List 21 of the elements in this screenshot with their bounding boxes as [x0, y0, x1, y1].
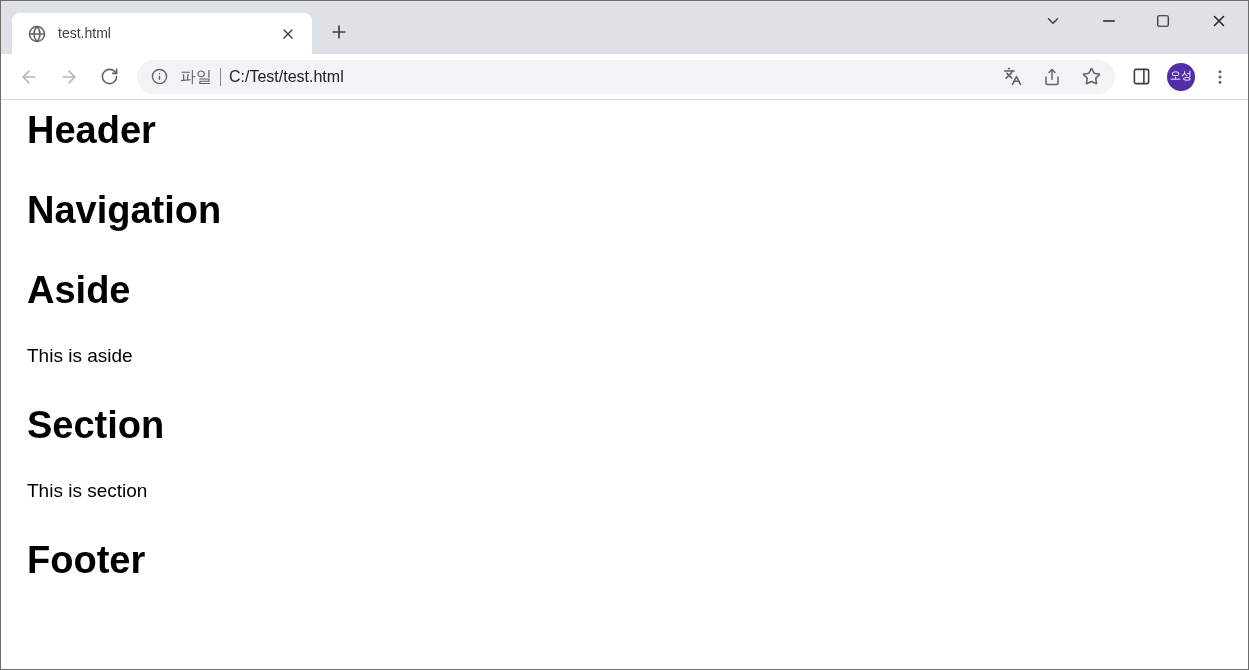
page-paragraph: This is aside	[27, 344, 133, 368]
browser-tab[interactable]: test.html	[12, 13, 312, 54]
url-text: C:/Test/test.html	[229, 66, 345, 87]
page-heading: Navigation	[27, 188, 222, 233]
page-heading: Aside	[27, 268, 131, 313]
page-paragraph: This is section	[27, 479, 148, 503]
scheme-label: 파일	[180, 65, 212, 88]
translate-icon[interactable]	[1003, 67, 1022, 86]
profile-avatar[interactable]: 오성	[1167, 62, 1195, 91]
page-heading: Header	[27, 108, 156, 153]
tab-title: test.html	[58, 24, 112, 43]
page-heading: Footer	[27, 538, 146, 583]
maximize-icon[interactable]	[1156, 14, 1170, 28]
page-heading: Section	[27, 403, 165, 448]
address-bar[interactable]: 파일 C:/Test/test.html	[137, 59, 1115, 94]
side-panel-icon[interactable]	[1132, 67, 1151, 86]
globe-icon	[28, 24, 46, 43]
share-icon[interactable]	[1043, 67, 1061, 86]
bookmark-star-icon[interactable]	[1082, 67, 1101, 86]
info-icon[interactable]	[151, 68, 168, 85]
reload-icon[interactable]	[100, 67, 119, 86]
